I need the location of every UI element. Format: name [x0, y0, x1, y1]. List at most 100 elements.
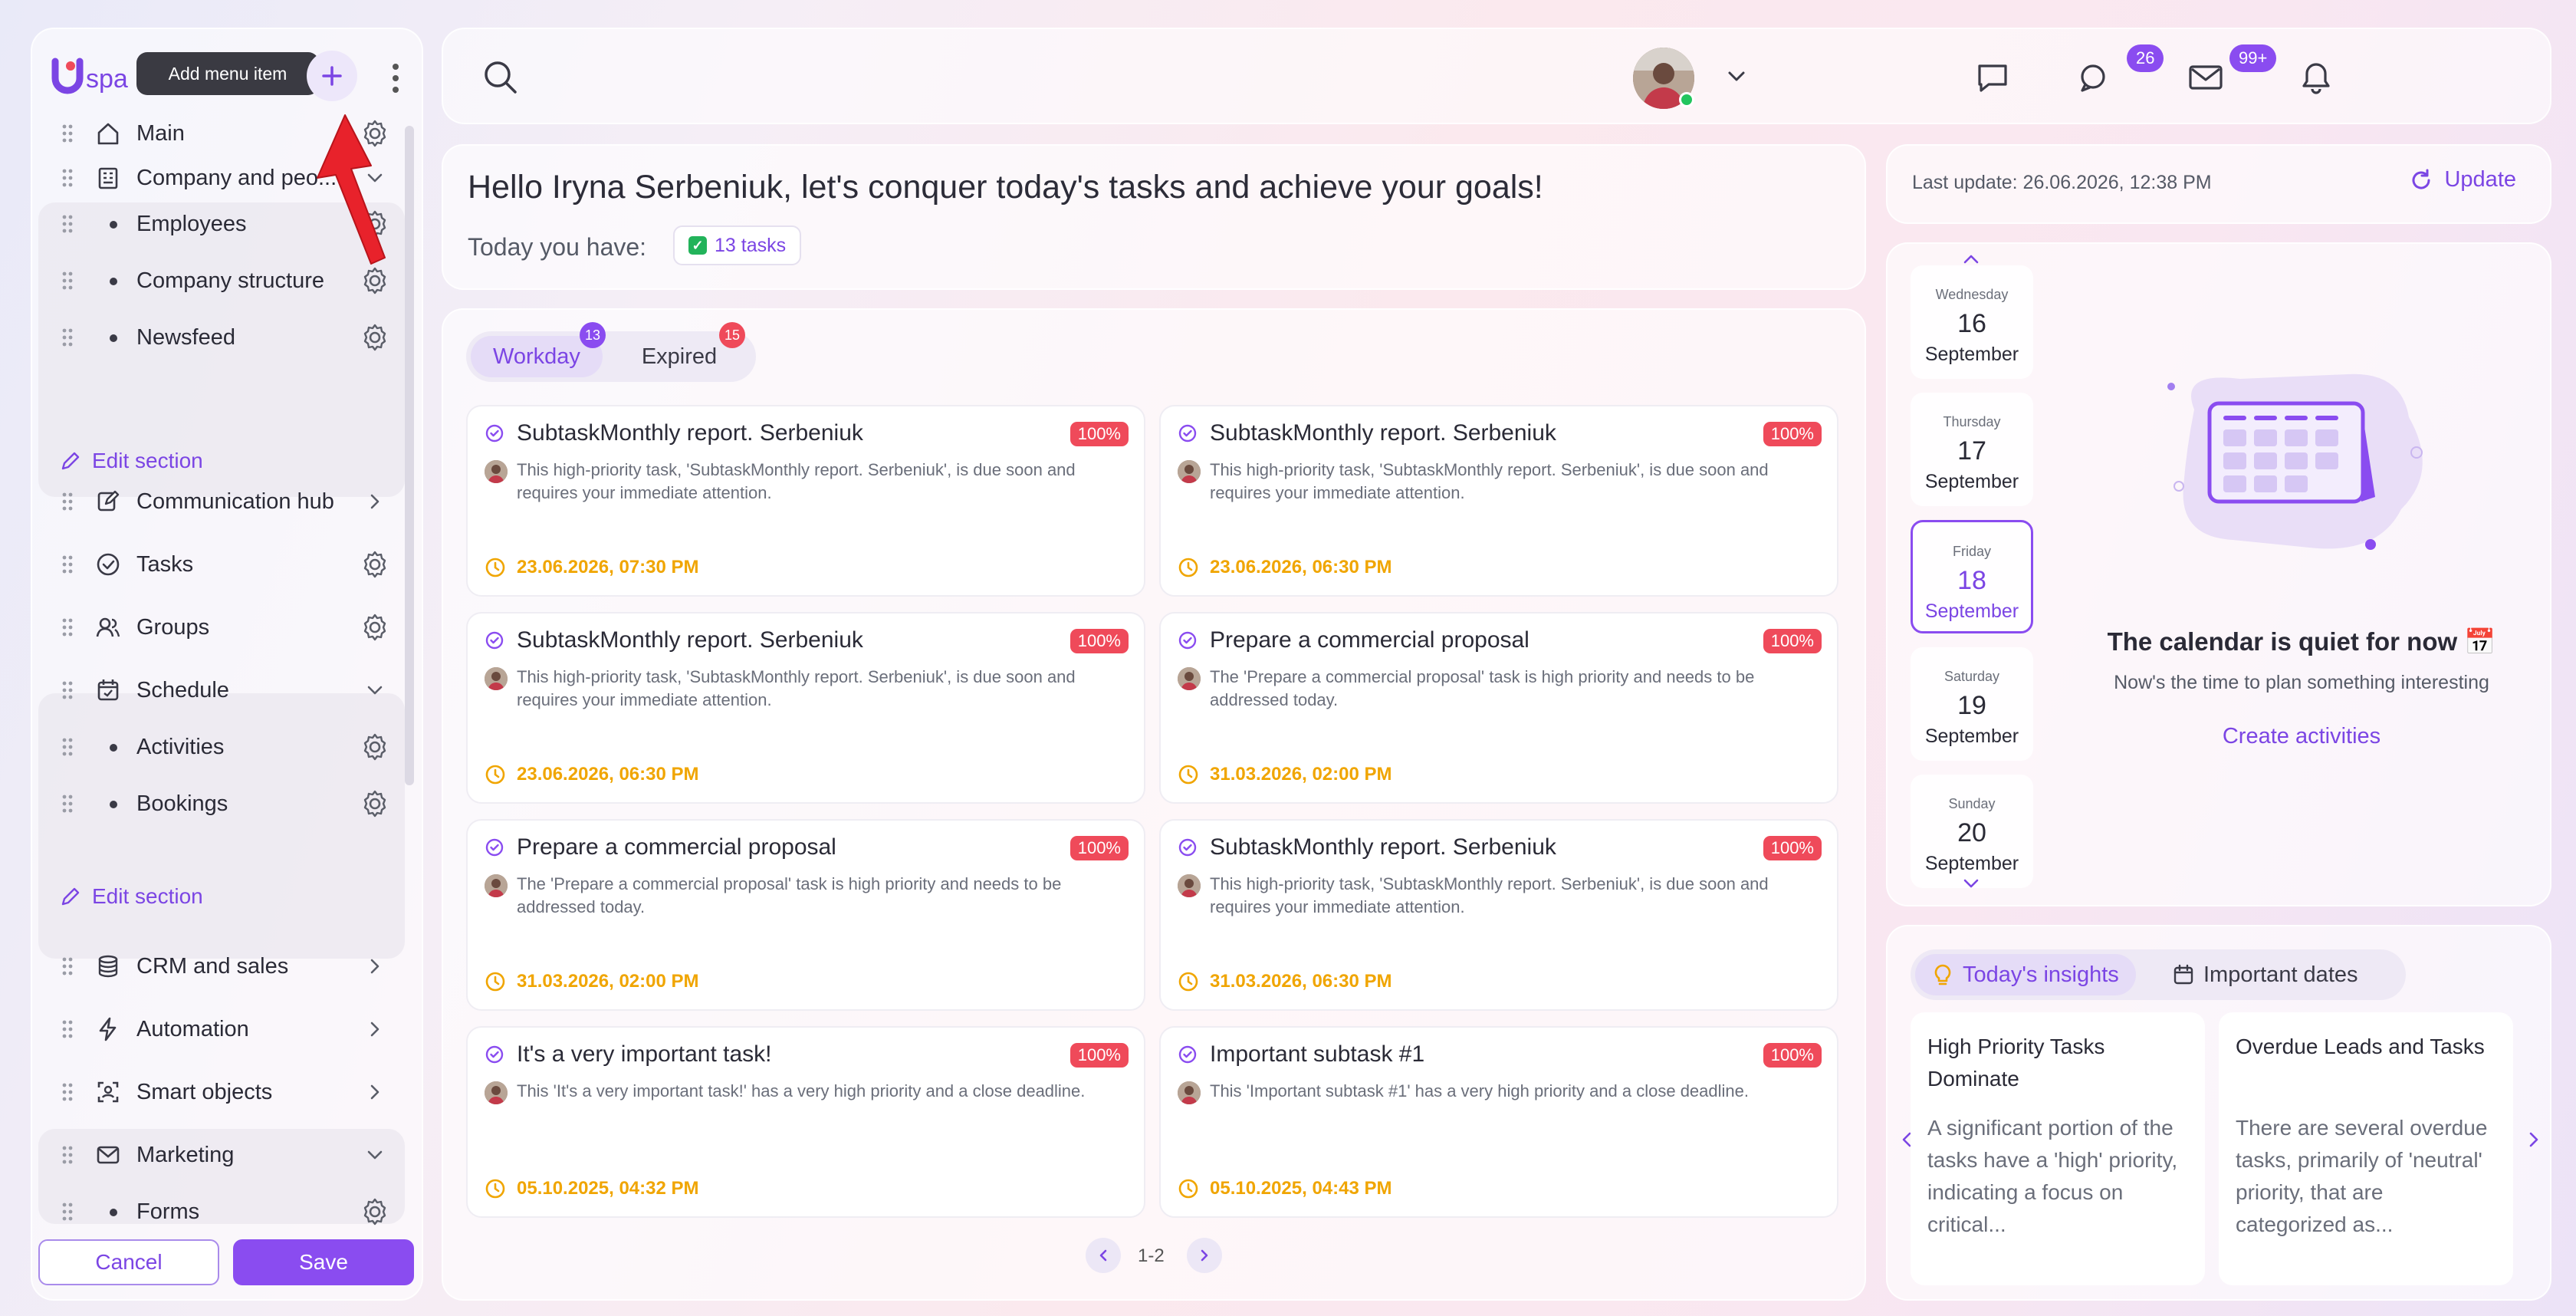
clock-icon [1178, 972, 1198, 992]
expand-toggle[interactable] [360, 676, 389, 705]
sidebar-item-groups[interactable]: Groups [38, 599, 399, 656]
insight-card[interactable]: High Priority Tasks Dominate A significa… [1911, 1012, 2205, 1285]
calendar-day[interactable]: Saturday 19 September [1911, 647, 2033, 761]
drag-handle[interactable] [61, 271, 74, 291]
notifications-button[interactable] [2294, 55, 2338, 100]
edit-section-schedule-link[interactable]: Edit section [60, 877, 203, 916]
messages-button[interactable] [1970, 55, 2015, 100]
assignee-avatar [1178, 1081, 1201, 1104]
expand-toggle[interactable] [360, 1077, 389, 1107]
drag-handle[interactable] [61, 1019, 74, 1039]
expand-toggle[interactable] [360, 1015, 389, 1044]
bell-icon [2302, 63, 2330, 94]
sidebar-item-tasks[interactable]: Tasks [38, 536, 399, 593]
chats-button[interactable] [2075, 55, 2119, 100]
sidebar-item-bookings[interactable]: Bookings [38, 775, 399, 832]
drag-handle[interactable] [61, 554, 74, 574]
tab-todays-insights[interactable]: Today's insights [1915, 954, 2136, 995]
task-card[interactable]: Prepare a commercial proposal 100% The 'Pr… [466, 819, 1145, 1011]
drag-handle[interactable] [61, 1145, 74, 1165]
sidebar-item-crm-and-sales[interactable]: CRM and sales [38, 938, 399, 995]
expand-toggle[interactable] [360, 1140, 389, 1170]
sidebar-more-button[interactable] [380, 57, 411, 100]
mail-button[interactable] [2183, 55, 2228, 100]
sidebar-item-marketing[interactable]: Marketing [38, 1127, 399, 1183]
drag-handle[interactable] [61, 617, 74, 637]
drag-handle[interactable] [61, 1082, 74, 1102]
calendar-day[interactable]: Sunday 20 September [1911, 775, 2033, 888]
drag-handle[interactable] [61, 680, 74, 700]
tab-important-dates[interactable]: Important dates [2156, 954, 2375, 995]
insight-card[interactable]: Overdue Leads and Tasks There are severa… [2219, 1012, 2513, 1285]
day-number: 20 [1957, 818, 1986, 847]
sidebar-item-activities[interactable]: Activities [38, 719, 399, 775]
kebab-icon [393, 64, 399, 93]
save-button[interactable]: Save [233, 1239, 414, 1285]
item-settings-button[interactable] [360, 323, 389, 352]
refresh-icon [2412, 169, 2430, 189]
tasks-count-chip[interactable]: ✓ 13 tasks [673, 225, 802, 265]
task-description: The 'Prepare a commercial proposal' task… [517, 874, 1062, 916]
sidebar-item-label: Activities [136, 734, 225, 759]
item-settings-button[interactable] [360, 1197, 389, 1226]
drag-handle[interactable] [61, 123, 74, 143]
insight-body: A significant portion of the tasks have … [1927, 1116, 2178, 1236]
prev-page-button[interactable] [1086, 1238, 1121, 1273]
item-settings-button[interactable] [360, 789, 389, 818]
calendar-down-button[interactable] [1958, 874, 1984, 893]
sidebar-item-schedule[interactable]: Schedule [38, 662, 399, 719]
item-settings-button[interactable] [360, 613, 389, 642]
drag-handle[interactable] [61, 168, 74, 188]
calendar-day[interactable]: Thursday 17 September [1911, 393, 2033, 506]
task-card[interactable]: SubtaskMonthly report. Serbeniuk 100% This… [466, 612, 1145, 804]
calendar-day[interactable]: Friday 18 September [1911, 520, 2033, 633]
menu-icon [95, 551, 121, 577]
update-button[interactable]: Update [2409, 167, 2516, 192]
day-number: 17 [1957, 436, 1986, 466]
drag-handle[interactable] [61, 214, 74, 234]
user-menu-toggle[interactable] [1725, 64, 1748, 87]
sidebar-scrollbar[interactable] [405, 126, 414, 785]
create-activities-link[interactable]: Create activities [2056, 724, 2547, 749]
edit-section-company-link[interactable]: Edit section [60, 442, 203, 480]
calendar-day[interactable]: Wednesday 16 September [1911, 265, 2033, 379]
sidebar-item-smart-objects[interactable]: Smart objects [38, 1064, 399, 1120]
avatar-photo [485, 667, 508, 690]
task-card[interactable]: It's a very important task! 100% This 'It'… [466, 1026, 1145, 1218]
checkbox-icon: ✓ [688, 236, 707, 255]
bullet-dot [110, 1209, 117, 1216]
chevron-right-icon [2529, 1132, 2538, 1147]
sidebar-item-automation[interactable]: Automation [38, 1001, 399, 1058]
day-weekday: Sunday [1948, 796, 1996, 811]
drag-handle-icon [62, 555, 73, 574]
expand-toggle[interactable] [360, 487, 389, 516]
item-settings-button[interactable] [360, 266, 389, 295]
drag-handle[interactable] [61, 1202, 74, 1222]
drag-handle[interactable] [61, 794, 74, 814]
day-number: 19 [1957, 691, 1986, 720]
item-settings-button[interactable] [360, 732, 389, 762]
task-card[interactable]: Important subtask #1 100% This 'Important … [1159, 1026, 1838, 1218]
drag-handle[interactable] [61, 956, 74, 976]
expand-toggle[interactable] [360, 952, 389, 981]
search-button[interactable] [481, 58, 520, 97]
task-card[interactable]: SubtaskMonthly report. Serbeniuk 100% This… [466, 405, 1145, 597]
next-page-button[interactable] [1187, 1238, 1222, 1273]
item-settings-button[interactable] [360, 550, 389, 579]
sidebar-item-forms[interactable]: Forms [38, 1183, 399, 1240]
task-card[interactable]: SubtaskMonthly report. Serbeniuk 100% This… [1159, 819, 1838, 1011]
task-card[interactable]: Prepare a commercial proposal 100% The 'Pr… [1159, 612, 1838, 804]
task-card[interactable]: SubtaskMonthly report. Serbeniuk 100% This… [1159, 405, 1838, 597]
sidebar-item-communication-hub[interactable]: Communication hub [38, 473, 399, 530]
drag-handle[interactable] [61, 492, 74, 512]
cancel-button[interactable]: Cancel [38, 1239, 219, 1285]
drag-handle[interactable] [61, 737, 74, 757]
workday-badge: 13 [580, 322, 606, 348]
task-progress-badge: 100% [1070, 1043, 1129, 1068]
insights-next-button[interactable] [2524, 1129, 2542, 1150]
avatar-photo [1178, 1081, 1201, 1104]
drag-handle-icon [62, 795, 73, 813]
sidebar-item-newsfeed[interactable]: Newsfeed [38, 309, 399, 366]
drag-handle[interactable] [61, 327, 74, 347]
add-menu-item-button[interactable] [307, 51, 357, 101]
